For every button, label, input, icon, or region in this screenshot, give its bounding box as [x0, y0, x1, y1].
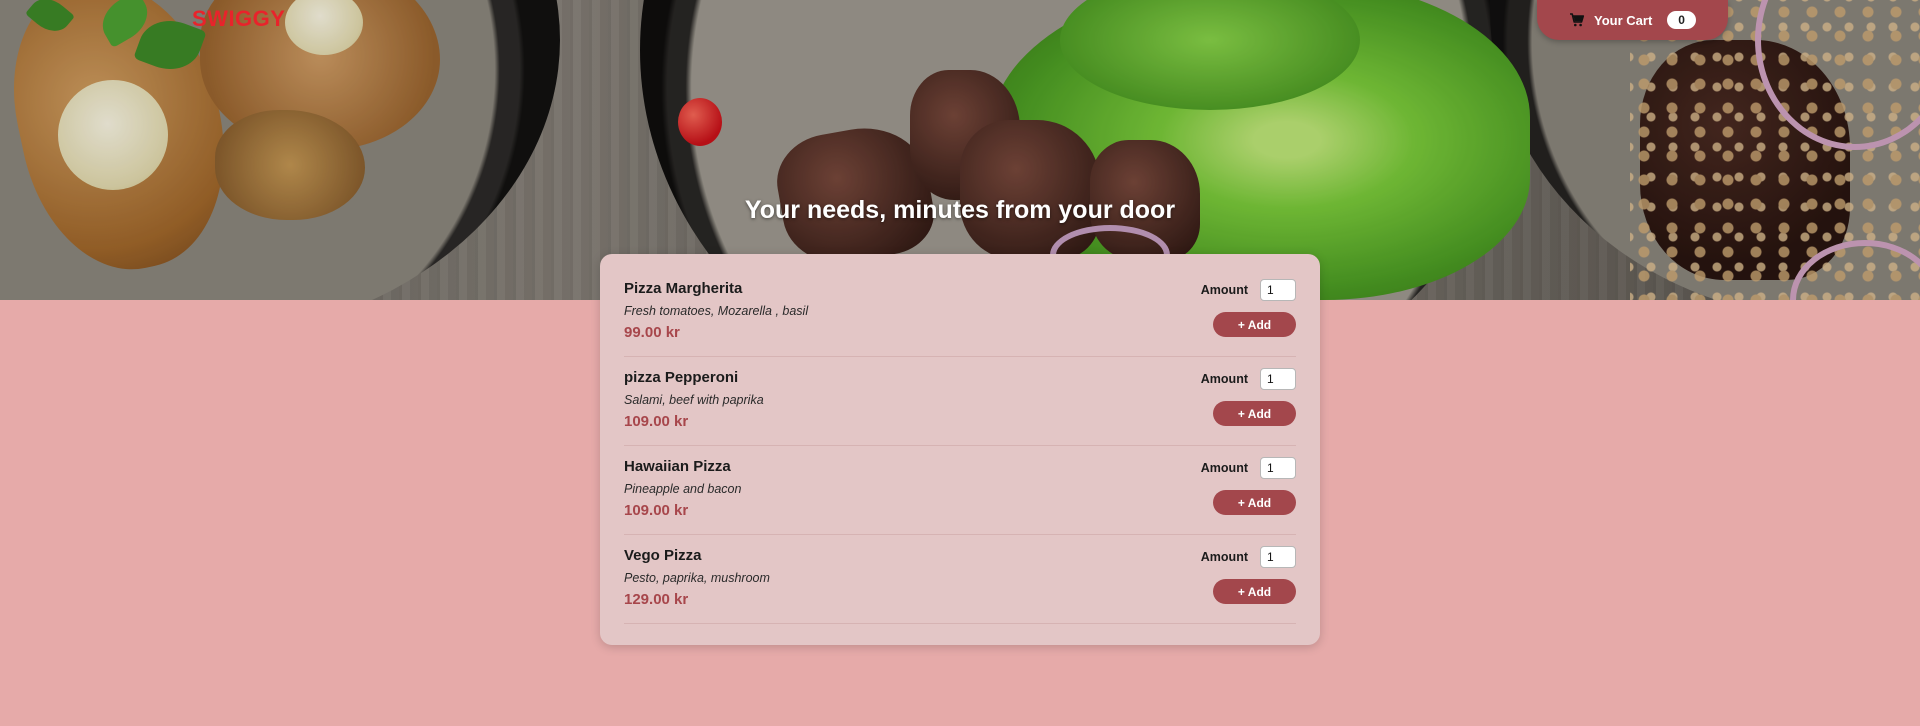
amount-control: Amount: [1201, 368, 1296, 390]
amount-input[interactable]: [1260, 368, 1296, 390]
add-button[interactable]: + Add: [1213, 401, 1296, 426]
item-description: Pineapple and bacon: [624, 482, 742, 496]
item-name: pizza Pepperoni: [624, 369, 739, 386]
amount-label: Amount: [1200, 461, 1248, 475]
cart-label: Your Cart: [1594, 12, 1653, 28]
amount-label: Amount: [1200, 372, 1248, 386]
menu-item: Vego Pizza Pesto, paprika, mushroom 129.…: [624, 535, 1296, 624]
amount-input[interactable]: [1260, 457, 1296, 479]
amount-input[interactable]: [1260, 546, 1296, 568]
amount-label: Amount: [1200, 283, 1248, 297]
amount-input[interactable]: [1260, 279, 1296, 301]
amount-label: Amount: [1200, 550, 1248, 564]
add-button[interactable]: + Add: [1213, 490, 1296, 515]
item-description: Salami, beef with paprika: [624, 393, 764, 407]
item-price: 99.00 kr: [624, 324, 680, 341]
amount-control: Amount: [1201, 279, 1296, 301]
item-name: Hawaiian Pizza: [624, 458, 731, 475]
add-button[interactable]: + Add: [1213, 312, 1296, 337]
item-price: 109.00 kr: [624, 413, 689, 430]
item-price: 129.00 kr: [624, 591, 689, 608]
menu-card: Pizza Margherita Fresh tomatoes, Mozarel…: [600, 254, 1320, 645]
item-name: Pizza Margherita: [624, 280, 743, 297]
menu-item: Pizza Margherita Fresh tomatoes, Mozarel…: [624, 268, 1296, 357]
item-name: Vego Pizza: [624, 547, 702, 564]
brand-logo[interactable]: SWIGGY: [192, 6, 285, 32]
cart-icon: [1569, 12, 1585, 28]
item-description: Pesto, paprika, mushroom: [624, 571, 770, 585]
menu-item: pizza Pepperoni Salami, beef with paprik…: [624, 357, 1296, 446]
hero-headline: Your needs, minutes from your door: [744, 196, 1176, 224]
amount-control: Amount: [1201, 546, 1296, 568]
cart-button[interactable]: Your Cart 0: [1537, 0, 1728, 40]
menu-item: Hawaiian Pizza Pineapple and bacon 109.0…: [624, 446, 1296, 535]
add-button[interactable]: + Add: [1213, 579, 1296, 604]
amount-control: Amount: [1201, 457, 1296, 479]
cart-count-badge: 0: [1667, 11, 1696, 29]
item-price: 109.00 kr: [624, 502, 689, 519]
item-description: Fresh tomatoes, Mozarella , basil: [624, 304, 809, 318]
